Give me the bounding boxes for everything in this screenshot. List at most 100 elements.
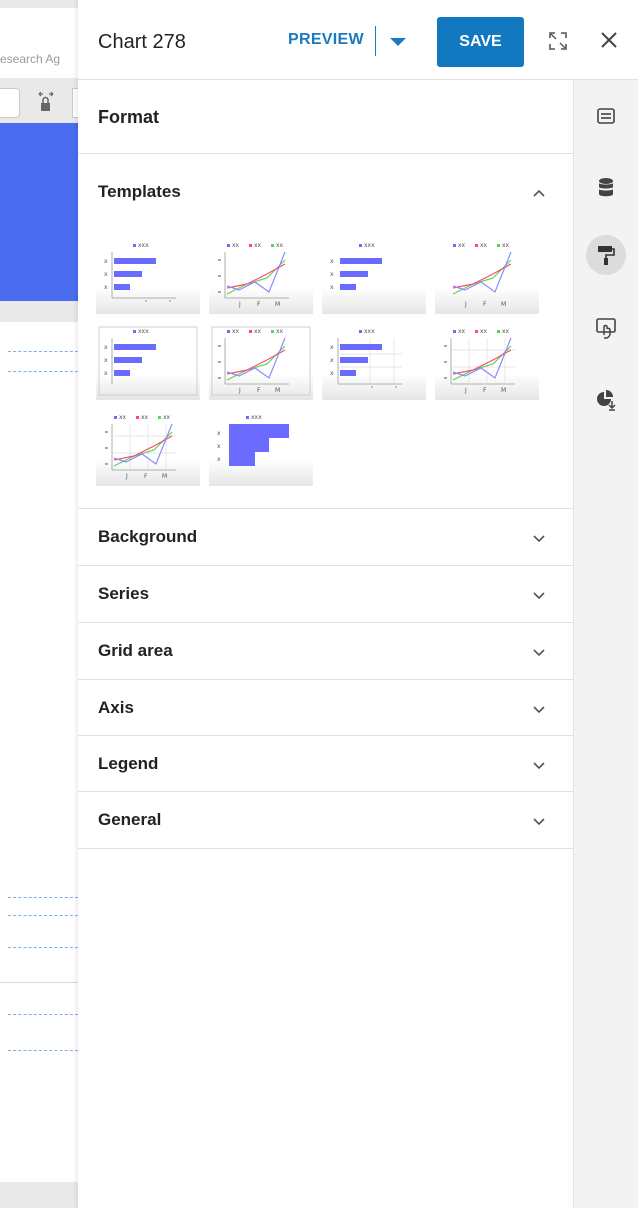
chevron-down-icon[interactable] — [532, 758, 546, 772]
format-header: Format — [78, 80, 574, 154]
template-line-grid[interactable]: xx xx xx J F M — [435, 324, 539, 400]
side-rail — [574, 80, 638, 1208]
template-line-framed[interactable]: xx xx xx J F M — [209, 324, 313, 400]
row-label: x — [217, 430, 221, 437]
legend-label: xxx — [364, 242, 375, 249]
format-title: Format — [98, 107, 160, 127]
row-label: x — [104, 370, 108, 377]
preview-dropdown-icon[interactable] — [390, 38, 406, 46]
legend-label: xxx — [364, 328, 375, 335]
section-general[interactable]: General — [78, 791, 574, 848]
row-label: x — [330, 370, 334, 377]
legend-label: xxx — [251, 414, 262, 421]
close-icon[interactable] — [598, 29, 620, 51]
template-line-framed-preview: xx xx xx J F M — [211, 326, 311, 396]
database-icon[interactable] — [586, 168, 626, 208]
section-grid-area[interactable]: Grid area — [78, 622, 574, 679]
chevron-down-icon[interactable] — [532, 702, 546, 716]
month-label: F — [144, 473, 148, 480]
template-hbar-plain[interactable]: xxx x x x — [322, 238, 426, 314]
templates-title: Templates — [98, 182, 181, 201]
row-label: x — [330, 258, 334, 265]
month-label: M — [501, 301, 506, 308]
template-line-preview: xx xx xx J F M — [218, 242, 289, 308]
section-background[interactable]: Background — [78, 508, 574, 565]
template-line-plain[interactable]: xx xx xx J F M — [435, 238, 539, 314]
chevron-down-icon[interactable] — [532, 588, 546, 602]
month-label: M — [162, 473, 167, 480]
month-label: M — [275, 301, 280, 308]
pie-download-icon[interactable] — [586, 380, 626, 420]
background-toolbar — [0, 8, 78, 78]
legend-label: xx — [502, 242, 510, 249]
section-title: Series — [98, 584, 150, 603]
expand-icon[interactable] — [548, 31, 568, 51]
month-label: M — [275, 387, 280, 394]
legend-label: xx — [254, 242, 262, 249]
save-button[interactable]: SAVE — [437, 17, 524, 67]
text-box-icon[interactable] — [586, 96, 626, 136]
section-legend[interactable]: Legend — [78, 735, 574, 792]
month-label: F — [257, 301, 261, 308]
template-hbar-plain-preview: xxx x x x — [330, 242, 382, 291]
background-search-text: esearch Ag — [0, 52, 61, 66]
section-title: General — [98, 810, 162, 829]
section-series[interactable]: Series — [78, 565, 574, 622]
section-title: Axis — [98, 698, 134, 717]
row-label: x — [104, 258, 108, 265]
chart-editor-panel: Chart 278 PREVIEW SAVE Format Templates — [78, 0, 638, 1208]
template-hbar-grid[interactable]: xxx x x x — [322, 324, 426, 400]
row-label: x — [330, 357, 334, 364]
preview-divider — [375, 26, 376, 56]
template-line-grid-alt[interactable]: xx xx xx J F M — [96, 410, 200, 486]
template-hbar-preview: xxx x x x — [104, 242, 176, 302]
template-line[interactable]: xx xx xx J F M — [209, 238, 313, 314]
legend-label: xx — [141, 414, 149, 421]
legend-label: xx — [458, 242, 466, 249]
row-label: x — [104, 271, 108, 278]
background-input — [0, 88, 20, 118]
legend-label: xx — [276, 328, 284, 335]
background-dashed-line — [8, 371, 78, 372]
legend-label: xxx — [138, 328, 149, 335]
template-step-area[interactable]: xxx x x x — [209, 410, 313, 486]
legend-label: xx — [232, 328, 240, 335]
month-label: J — [464, 301, 467, 308]
background-separator — [0, 982, 78, 983]
legend-label: xx — [458, 328, 466, 335]
legend-label: xx — [480, 328, 488, 335]
background-dashed-line — [8, 947, 78, 948]
chevron-down-icon[interactable] — [532, 531, 546, 545]
templates-section-header[interactable]: Templates — [78, 154, 574, 226]
row-label: x — [104, 284, 108, 291]
template-step-area-preview: xxx x x x — [217, 414, 289, 466]
row-label: x — [330, 284, 334, 291]
row-label: x — [104, 344, 108, 351]
row-label: x — [217, 456, 221, 463]
legend-label: xx — [502, 328, 510, 335]
month-label: M — [501, 387, 506, 394]
template-hbar[interactable]: xxx x x x — [96, 238, 200, 314]
preview-button[interactable]: PREVIEW — [288, 31, 364, 49]
chevron-down-icon[interactable] — [532, 645, 546, 659]
background-dashed-line — [8, 1014, 78, 1015]
panel-header: Chart 278 PREVIEW SAVE — [78, 0, 638, 80]
month-label: J — [125, 473, 128, 480]
legend-label: xxx — [138, 242, 149, 249]
background-dashed-line — [8, 897, 78, 898]
legend-label: xx — [276, 242, 284, 249]
chevron-down-icon[interactable] — [532, 814, 546, 828]
legend-label: xx — [119, 414, 127, 421]
legend-label: xx — [480, 242, 488, 249]
template-hbar-grid-preview: xxx x x x — [330, 328, 402, 388]
background-app: esearch Ag — [0, 0, 78, 1208]
paint-roller-icon[interactable] — [586, 235, 626, 275]
month-label: F — [483, 301, 487, 308]
chevron-up-icon[interactable] — [532, 186, 546, 200]
chart-title: Chart 278 — [98, 31, 186, 53]
touch-screen-icon[interactable] — [586, 308, 626, 348]
template-hbar-framed[interactable]: xxx x x x — [96, 324, 200, 400]
section-axis[interactable]: Axis — [78, 679, 574, 736]
month-label: F — [257, 387, 261, 394]
legend-label: xx — [254, 328, 262, 335]
